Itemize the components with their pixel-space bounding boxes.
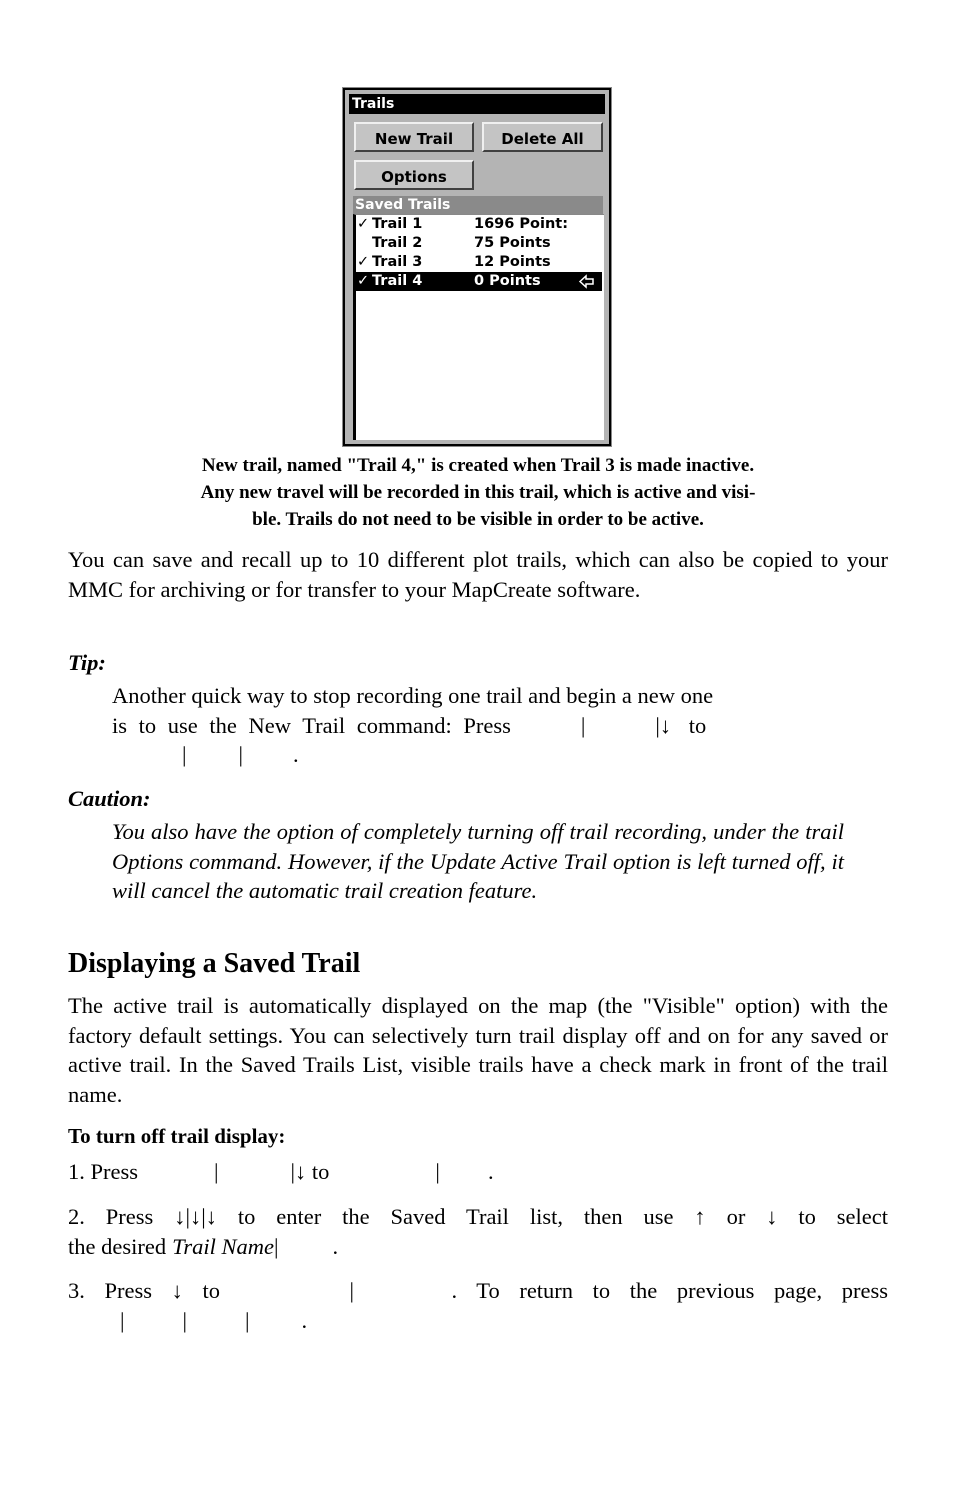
- trail-points: 75 Points: [474, 235, 551, 251]
- step-text: .: [332, 1233, 339, 1259]
- screen-title: Trails: [349, 94, 605, 114]
- caution-label: Caution:: [68, 786, 151, 811]
- visible-check-icon: ✓: [357, 273, 370, 289]
- step-1: 1. Press | |↓ to | .: [68, 1157, 888, 1187]
- visible-check-icon: ✓: [357, 216, 370, 232]
- trail-points: 0 Points: [474, 273, 541, 289]
- tip-text: is to use the New Trail command: Press: [112, 712, 511, 738]
- step-text: .: [301, 1307, 308, 1333]
- trail-row[interactable]: Trail 2 75 Points: [356, 234, 602, 253]
- trail-name: Trail 3: [372, 254, 423, 270]
- caption-line: New trail, named "Trail 4," is created w…: [201, 455, 755, 476]
- step-text: 3. Press ↓ to: [68, 1278, 221, 1303]
- caption-line: ble. Trails do not need to be visible in…: [252, 509, 704, 530]
- trail-name: Trail 1: [372, 216, 423, 232]
- key-separator: |: [349, 1278, 354, 1303]
- trail-name: Trail 2: [372, 235, 423, 251]
- trail-name-ref: Trail Name: [172, 1233, 274, 1259]
- intro-paragraph: You can save and recall up to 10 differe…: [68, 547, 888, 602]
- tip-text: |↓ to: [655, 712, 707, 738]
- trail-row[interactable]: ✓ Trail 3 12 Points: [356, 253, 602, 272]
- section-paragraph: The active trail is automatically displa…: [68, 993, 888, 1107]
- step-text: 2. Press ↓|↓|↓ to enter the Saved Trail …: [68, 1204, 888, 1229]
- saved-trails-list[interactable]: ✓ Trail 1 1696 Point: Trail 2 75 Points …: [353, 214, 604, 440]
- tip-body: Another quick way to stop recording one …: [112, 681, 888, 770]
- trail-row-selected[interactable]: ✓ Trail 4 0 Points: [356, 272, 602, 291]
- section-title: Displaying a Saved Trail: [68, 948, 361, 979]
- step-text: 1. Press: [68, 1159, 139, 1184]
- trail-name: Trail 4: [372, 273, 423, 289]
- step-text: . To return to the previous page, press: [451, 1278, 888, 1303]
- tip-line: | | .: [112, 740, 888, 770]
- tip-text: .: [293, 742, 299, 767]
- left-arrow-icon: [578, 272, 596, 291]
- trails-screen: Trails New Trail Delete All Options Save…: [342, 87, 612, 447]
- visible-check-icon: ✓: [357, 254, 370, 270]
- tip-line: is to use the New Trail command: Press |…: [112, 711, 888, 741]
- caution-body: You also have the option of completely t…: [112, 819, 844, 903]
- trail-points: 1696 Point:: [474, 216, 569, 232]
- caption-line: Any new travel will be recorded in this …: [200, 482, 756, 503]
- step-3: 3. Press ↓ to | . To return to the previ…: [68, 1276, 888, 1335]
- step-text: .: [487, 1159, 494, 1184]
- tip-label: Tip:: [68, 650, 106, 675]
- trail-row[interactable]: ✓ Trail 1 1696 Point:: [356, 215, 602, 234]
- trail-points: 12 Points: [474, 254, 551, 270]
- figure-caption: New trail, named "Trail 4," is created w…: [68, 452, 888, 533]
- new-trail-button[interactable]: New Trail: [354, 122, 474, 152]
- step-2: 2. Press ↓|↓|↓ to enter the Saved Trail …: [68, 1202, 888, 1261]
- options-button[interactable]: Options: [354, 160, 474, 190]
- tip-line: Another quick way to stop recording one …: [112, 683, 714, 708]
- delete-all-button[interactable]: Delete All: [482, 122, 603, 152]
- step-text: the desired: [68, 1233, 167, 1259]
- procedure-title: To turn off trail display:: [68, 1124, 286, 1148]
- step-text: |↓ to: [290, 1159, 330, 1184]
- saved-trails-header: Saved Trails: [353, 196, 603, 214]
